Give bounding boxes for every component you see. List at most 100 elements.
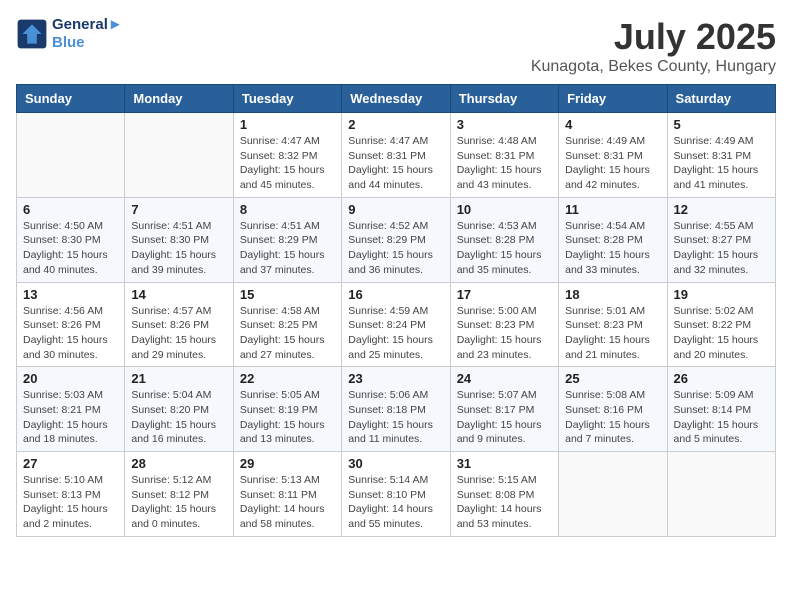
day-number: 21 <box>131 371 226 386</box>
day-info: Sunrise: 5:13 AM Sunset: 8:11 PM Dayligh… <box>240 473 335 532</box>
day-info: Sunrise: 5:10 AM Sunset: 8:13 PM Dayligh… <box>23 473 118 532</box>
day-info: Sunrise: 5:05 AM Sunset: 8:19 PM Dayligh… <box>240 388 335 447</box>
day-number: 13 <box>23 287 118 302</box>
day-info: Sunrise: 4:51 AM Sunset: 8:30 PM Dayligh… <box>131 219 226 278</box>
day-number: 10 <box>457 202 552 217</box>
calendar-cell: 21 Sunrise: 5:04 AM Sunset: 8:20 PM Dayli… <box>125 367 233 452</box>
main-title: July 2025 <box>531 16 776 58</box>
day-number: 5 <box>674 117 769 132</box>
day-header-monday: Monday <box>125 85 233 113</box>
calendar-cell: 3 Sunrise: 4:48 AM Sunset: 8:31 PM Daylig… <box>450 113 558 198</box>
day-number: 26 <box>674 371 769 386</box>
day-number: 14 <box>131 287 226 302</box>
day-info: Sunrise: 5:08 AM Sunset: 8:16 PM Dayligh… <box>565 388 660 447</box>
page-header: General► Blue July 2025 Kunagota, Bekes … <box>16 16 776 76</box>
calendar-cell: 11 Sunrise: 4:54 AM Sunset: 8:28 PM Dayli… <box>559 197 667 282</box>
day-info: Sunrise: 4:59 AM Sunset: 8:24 PM Dayligh… <box>348 304 443 363</box>
day-info: Sunrise: 5:06 AM Sunset: 8:18 PM Dayligh… <box>348 388 443 447</box>
day-number: 11 <box>565 202 660 217</box>
calendar-cell <box>559 452 667 537</box>
day-number: 27 <box>23 456 118 471</box>
day-number: 24 <box>457 371 552 386</box>
day-number: 4 <box>565 117 660 132</box>
logo: General► Blue <box>16 16 123 52</box>
day-info: Sunrise: 4:51 AM Sunset: 8:29 PM Dayligh… <box>240 219 335 278</box>
day-number: 3 <box>457 117 552 132</box>
day-info: Sunrise: 5:04 AM Sunset: 8:20 PM Dayligh… <box>131 388 226 447</box>
calendar-cell: 8 Sunrise: 4:51 AM Sunset: 8:29 PM Daylig… <box>233 197 341 282</box>
day-header-tuesday: Tuesday <box>233 85 341 113</box>
day-info: Sunrise: 5:15 AM Sunset: 8:08 PM Dayligh… <box>457 473 552 532</box>
day-info: Sunrise: 4:48 AM Sunset: 8:31 PM Dayligh… <box>457 134 552 193</box>
calendar-cell: 16 Sunrise: 4:59 AM Sunset: 8:24 PM Dayli… <box>342 282 450 367</box>
day-number: 1 <box>240 117 335 132</box>
calendar-week-2: 6 Sunrise: 4:50 AM Sunset: 8:30 PM Daylig… <box>17 197 776 282</box>
day-number: 31 <box>457 456 552 471</box>
calendar-week-4: 20 Sunrise: 5:03 AM Sunset: 8:21 PM Dayli… <box>17 367 776 452</box>
logo-icon <box>16 18 48 50</box>
day-number: 25 <box>565 371 660 386</box>
day-info: Sunrise: 5:12 AM Sunset: 8:12 PM Dayligh… <box>131 473 226 532</box>
day-number: 2 <box>348 117 443 132</box>
day-number: 16 <box>348 287 443 302</box>
day-header-saturday: Saturday <box>667 85 775 113</box>
calendar-cell: 23Sunrise: 5:06 AM Sunset: 8:18 PM Dayli… <box>342 367 450 452</box>
day-number: 30 <box>348 456 443 471</box>
calendar-week-1: 1 Sunrise: 4:47 AM Sunset: 8:32 PM Daylig… <box>17 113 776 198</box>
day-number: 17 <box>457 287 552 302</box>
day-number: 6 <box>23 202 118 217</box>
calendar-cell: 10 Sunrise: 4:53 AM Sunset: 8:28 PM Dayli… <box>450 197 558 282</box>
day-number: 20 <box>23 371 118 386</box>
calendar-cell: 29 Sunrise: 5:13 AM Sunset: 8:11 PM Dayli… <box>233 452 341 537</box>
calendar-cell: 2 Sunrise: 4:47 AM Sunset: 8:31 PM Daylig… <box>342 113 450 198</box>
day-info: Sunrise: 4:54 AM Sunset: 8:28 PM Dayligh… <box>565 219 660 278</box>
day-info: Sunrise: 5:03 AM Sunset: 8:21 PM Dayligh… <box>23 388 118 447</box>
day-info: Sunrise: 4:58 AM Sunset: 8:25 PM Dayligh… <box>240 304 335 363</box>
day-info: Sunrise: 4:50 AM Sunset: 8:30 PM Dayligh… <box>23 219 118 278</box>
calendar-cell: 20 Sunrise: 5:03 AM Sunset: 8:21 PM Dayli… <box>17 367 125 452</box>
day-info: Sunrise: 4:47 AM Sunset: 8:32 PM Dayligh… <box>240 134 335 193</box>
day-info: Sunrise: 5:01 AM Sunset: 8:23 PM Dayligh… <box>565 304 660 363</box>
day-info: Sunrise: 4:47 AM Sunset: 8:31 PM Dayligh… <box>348 134 443 193</box>
calendar-cell: 7Sunrise: 4:51 AM Sunset: 8:30 PM Daylig… <box>125 197 233 282</box>
day-number: 18 <box>565 287 660 302</box>
calendar-cell: 24 Sunrise: 5:07 AM Sunset: 8:17 PM Dayli… <box>450 367 558 452</box>
calendar-cell: 22 Sunrise: 5:05 AM Sunset: 8:19 PM Dayli… <box>233 367 341 452</box>
day-number: 12 <box>674 202 769 217</box>
calendar-cell: 13 Sunrise: 4:56 AM Sunset: 8:26 PM Dayli… <box>17 282 125 367</box>
title-section: July 2025 Kunagota, Bekes County, Hungar… <box>531 16 776 76</box>
day-number: 15 <box>240 287 335 302</box>
calendar-week-3: 13 Sunrise: 4:56 AM Sunset: 8:26 PM Dayli… <box>17 282 776 367</box>
calendar-cell: 31 Sunrise: 5:15 AM Sunset: 8:08 PM Dayli… <box>450 452 558 537</box>
day-number: 8 <box>240 202 335 217</box>
calendar-cell: 19Sunrise: 5:02 AM Sunset: 8:22 PM Dayli… <box>667 282 775 367</box>
calendar-cell <box>125 113 233 198</box>
day-header-sunday: Sunday <box>17 85 125 113</box>
calendar-week-5: 27 Sunrise: 5:10 AM Sunset: 8:13 PM Dayli… <box>17 452 776 537</box>
day-info: Sunrise: 4:57 AM Sunset: 8:26 PM Dayligh… <box>131 304 226 363</box>
day-number: 29 <box>240 456 335 471</box>
subtitle: Kunagota, Bekes County, Hungary <box>531 58 776 76</box>
calendar-cell: 15 Sunrise: 4:58 AM Sunset: 8:25 PM Dayli… <box>233 282 341 367</box>
day-info: Sunrise: 4:49 AM Sunset: 8:31 PM Dayligh… <box>565 134 660 193</box>
day-number: 22 <box>240 371 335 386</box>
calendar-cell <box>17 113 125 198</box>
calendar-cell: 25 Sunrise: 5:08 AM Sunset: 8:16 PM Dayli… <box>559 367 667 452</box>
day-info: Sunrise: 4:53 AM Sunset: 8:28 PM Dayligh… <box>457 219 552 278</box>
day-info: Sunrise: 5:02 AM Sunset: 8:22 PM Dayligh… <box>674 304 769 363</box>
day-info: Sunrise: 4:55 AM Sunset: 8:27 PM Dayligh… <box>674 219 769 278</box>
calendar-cell: 14 Sunrise: 4:57 AM Sunset: 8:26 PM Dayli… <box>125 282 233 367</box>
day-info: Sunrise: 5:00 AM Sunset: 8:23 PM Dayligh… <box>457 304 552 363</box>
day-number: 28 <box>131 456 226 471</box>
calendar-header-row: SundayMondayTuesdayWednesdayThursdayFrid… <box>17 85 776 113</box>
calendar-cell: 4 Sunrise: 4:49 AM Sunset: 8:31 PM Daylig… <box>559 113 667 198</box>
calendar-cell: 9Sunrise: 4:52 AM Sunset: 8:29 PM Daylig… <box>342 197 450 282</box>
day-info: Sunrise: 5:09 AM Sunset: 8:14 PM Dayligh… <box>674 388 769 447</box>
day-info: Sunrise: 5:07 AM Sunset: 8:17 PM Dayligh… <box>457 388 552 447</box>
calendar-cell <box>667 452 775 537</box>
calendar-cell: 5Sunrise: 4:49 AM Sunset: 8:31 PM Daylig… <box>667 113 775 198</box>
day-number: 9 <box>348 202 443 217</box>
calendar-cell: 18 Sunrise: 5:01 AM Sunset: 8:23 PM Dayli… <box>559 282 667 367</box>
calendar-cell: 17 Sunrise: 5:00 AM Sunset: 8:23 PM Dayli… <box>450 282 558 367</box>
day-info: Sunrise: 4:56 AM Sunset: 8:26 PM Dayligh… <box>23 304 118 363</box>
